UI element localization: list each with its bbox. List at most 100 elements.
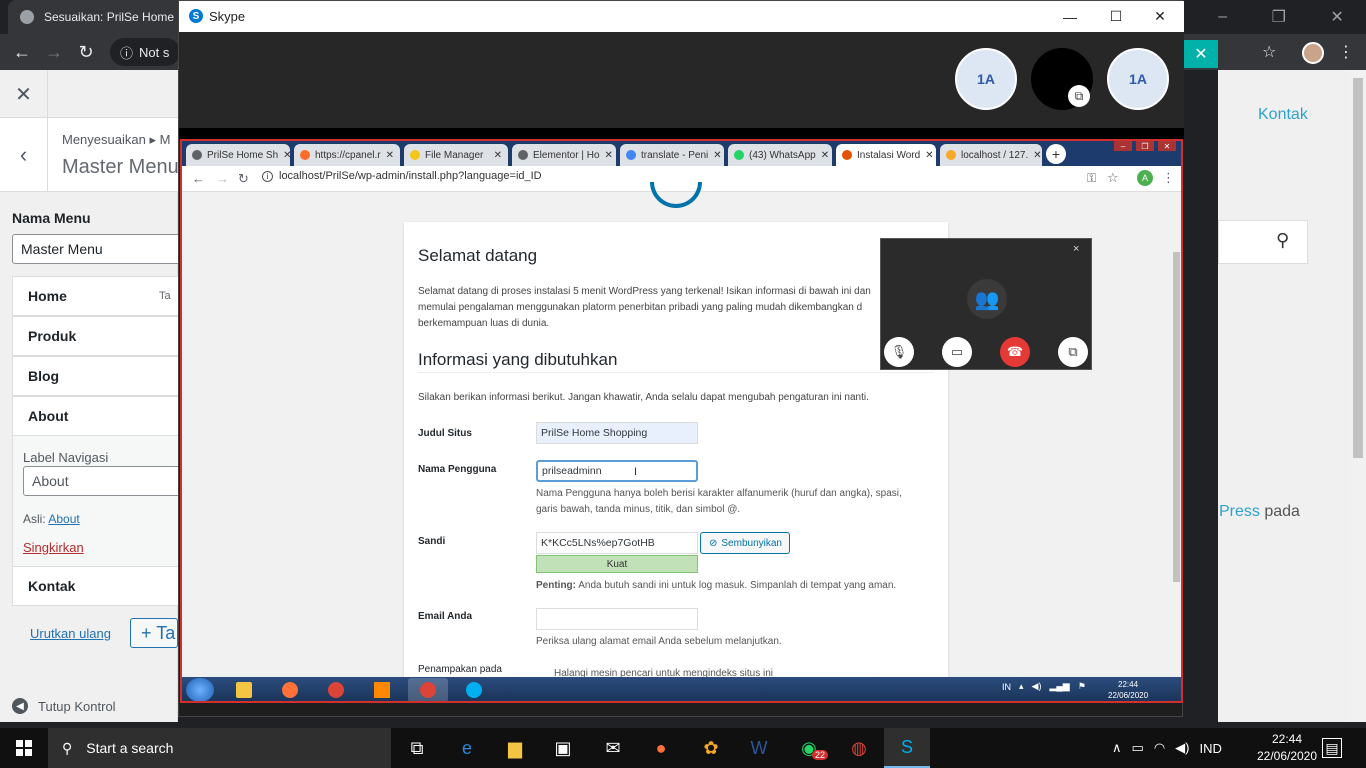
preview-search-box[interactable] (1218, 220, 1308, 264)
taskbar-search-box[interactable]: ⚲ Start a search (48, 728, 391, 768)
preview-press-link[interactable]: Press (1219, 503, 1260, 520)
chrome-icon[interactable]: ◍ (836, 728, 882, 768)
firefox-icon[interactable] (270, 678, 310, 701)
flag-icon[interactable]: ⚑ (1078, 681, 1086, 692)
preview-nav-kontak[interactable]: Kontak (1258, 106, 1308, 124)
close-tab-icon[interactable]: ✕ (925, 150, 933, 161)
back-chevron-icon[interactable]: ‹ (0, 118, 48, 192)
windows-start-orb-icon[interactable] (186, 678, 214, 701)
nav-label-input[interactable]: About (23, 466, 183, 496)
inner-scrollbar[interactable] (1172, 192, 1181, 677)
menu-item-blog[interactable]: Blog (12, 356, 182, 396)
microphone-icon[interactable]: 🎙 (884, 337, 914, 367)
restore-icon[interactable]: ❐ (1136, 141, 1154, 151)
inner-clock[interactable]: 22:44 22/06/2020 (1108, 679, 1148, 701)
forward-arrow-icon[interactable]: → (38, 34, 70, 70)
notification-icon[interactable]: ▤ (1322, 738, 1342, 758)
close-icon[interactable]: × (1073, 243, 1079, 255)
reorder-link[interactable]: Urutkan ulang (30, 626, 111, 641)
close-icon[interactable]: ✕ (0, 70, 48, 118)
page-scrollbar[interactable] (1350, 70, 1366, 722)
profile-avatar[interactable]: A (1137, 170, 1153, 186)
end-call-icon[interactable]: ☎ (1000, 337, 1030, 367)
close-icon[interactable]: ✕ (1137, 1, 1183, 32)
explorer-icon[interactable] (224, 678, 264, 701)
minimize-icon[interactable]: – (1114, 141, 1132, 151)
edge-icon[interactable]: e (444, 728, 490, 768)
reload-icon[interactable]: ↻ (238, 171, 249, 187)
key-icon[interactable]: ⚿ (1087, 171, 1096, 186)
menu-item-kontak[interactable]: Kontak (12, 566, 182, 606)
menu-name-input[interactable]: Master Menu (12, 234, 182, 264)
mail-icon[interactable]: ✉ (590, 728, 636, 768)
profile-avatar[interactable] (1302, 42, 1324, 64)
video-camera-icon[interactable]: ▭ (942, 337, 972, 367)
back-arrow-icon[interactable]: ← (6, 34, 38, 70)
minimize-icon[interactable]: – (1218, 8, 1227, 26)
chevron-up-icon[interactable]: ▴ (1019, 681, 1024, 692)
inner-tab[interactable]: translate - Peni ✕ (620, 144, 724, 166)
inner-tab[interactable]: localhost / 127. ✕ (940, 144, 1042, 166)
vlc-icon[interactable] (362, 678, 402, 701)
search-icon[interactable]: ⚲ (1276, 230, 1289, 251)
chrome-icon[interactable] (408, 678, 448, 701)
restore-icon[interactable]: ❐ (1272, 7, 1286, 27)
participant-avatar[interactable]: 1A (1107, 48, 1169, 110)
reload-icon[interactable]: ↻ (70, 34, 102, 70)
app-icon[interactable]: ✿ (688, 728, 734, 768)
start-button[interactable] (0, 728, 48, 768)
skype-icon[interactable] (454, 678, 494, 701)
participant-avatar[interactable]: 1A (955, 48, 1017, 110)
inner-tab[interactable]: File Manager ✕ (404, 144, 508, 166)
new-tab-icon[interactable]: + (1046, 144, 1066, 164)
inner-address-bar[interactable]: i localhost/PrilSe/wp-admin/install.php?… (262, 170, 542, 182)
inner-tab-active[interactable]: Instalasi Word ✕ (836, 144, 936, 166)
hide-password-button[interactable]: ⊘ Sembunyikan (700, 532, 790, 554)
wifi-icon[interactable]: ◠ (1154, 740, 1165, 756)
close-tab-icon[interactable]: ✕ (821, 150, 829, 161)
bookmark-star-icon[interactable]: ☆ (1262, 42, 1276, 62)
minimize-icon[interactable]: — (1047, 1, 1093, 32)
close-tab-icon[interactable]: ✕ (283, 150, 290, 161)
firefox-icon[interactable]: ● (638, 728, 684, 768)
extension-close-icon[interactable]: ✕ (1184, 40, 1218, 68)
chrome-icon[interactable] (316, 678, 356, 701)
remove-link[interactable]: Singkirkan (23, 540, 84, 555)
inner-tab[interactable]: https://cpanel.r ✕ (294, 144, 400, 166)
language-indicator[interactable]: IND (1199, 741, 1221, 756)
whatsapp-icon[interactable]: ◉ 22 (786, 728, 832, 768)
kebab-menu-icon[interactable]: ⋮ (1338, 42, 1354, 62)
volume-icon[interactable]: ◀) (1032, 681, 1042, 692)
close-tab-icon[interactable]: ✕ (713, 150, 721, 161)
maximize-icon[interactable]: ☐ (1093, 1, 1139, 32)
forward-arrow-icon[interactable]: → (216, 171, 229, 186)
username-input[interactable]: prilseadminn I (536, 460, 698, 482)
close-icon[interactable]: ✕ (1158, 141, 1176, 151)
inner-tab[interactable]: Elementor | Ho ✕ (512, 144, 616, 166)
taskbar-clock[interactable]: 22:44 22/06/2020 (1256, 731, 1318, 765)
menu-item-produk[interactable]: Produk (12, 316, 182, 356)
task-view-icon[interactable]: ⧉ (394, 728, 440, 768)
word-icon[interactable]: W (736, 728, 782, 768)
outer-address-bar[interactable]: ⓘ Not s (110, 38, 180, 66)
close-icon[interactable]: ✕ (1330, 7, 1343, 27)
inner-tab[interactable]: (43) WhatsApp ✕ (728, 144, 832, 166)
inner-tab[interactable]: PrilSe Home Sh ✕ (186, 144, 290, 166)
menu-item-about[interactable]: About (12, 396, 182, 436)
volume-icon[interactable]: ◀) (1175, 740, 1189, 756)
close-tab-icon[interactable]: ✕ (386, 150, 394, 161)
close-tab-icon[interactable]: ✕ (1033, 150, 1041, 161)
collapse-controls-button[interactable]: ◀ Tutup Kontrol (12, 698, 116, 714)
email-input[interactable] (536, 608, 698, 630)
menu-item-home[interactable]: Home Ta (12, 276, 182, 316)
back-arrow-icon[interactable]: ← (192, 171, 205, 186)
original-link[interactable]: About (48, 512, 79, 526)
file-explorer-icon[interactable]: ▆ (492, 728, 538, 768)
site-title-input[interactable]: PrilSe Home Shopping (536, 422, 698, 444)
restore-window-icon[interactable]: ⧉ (1058, 337, 1088, 367)
battery-icon[interactable]: ▭ (1132, 740, 1144, 756)
bookmark-star-icon[interactable]: ☆ (1107, 170, 1119, 186)
close-tab-icon[interactable]: ✕ (494, 150, 502, 161)
scrollbar-thumb[interactable] (1173, 252, 1180, 582)
kebab-menu-icon[interactable]: ⋮ (1162, 170, 1175, 186)
